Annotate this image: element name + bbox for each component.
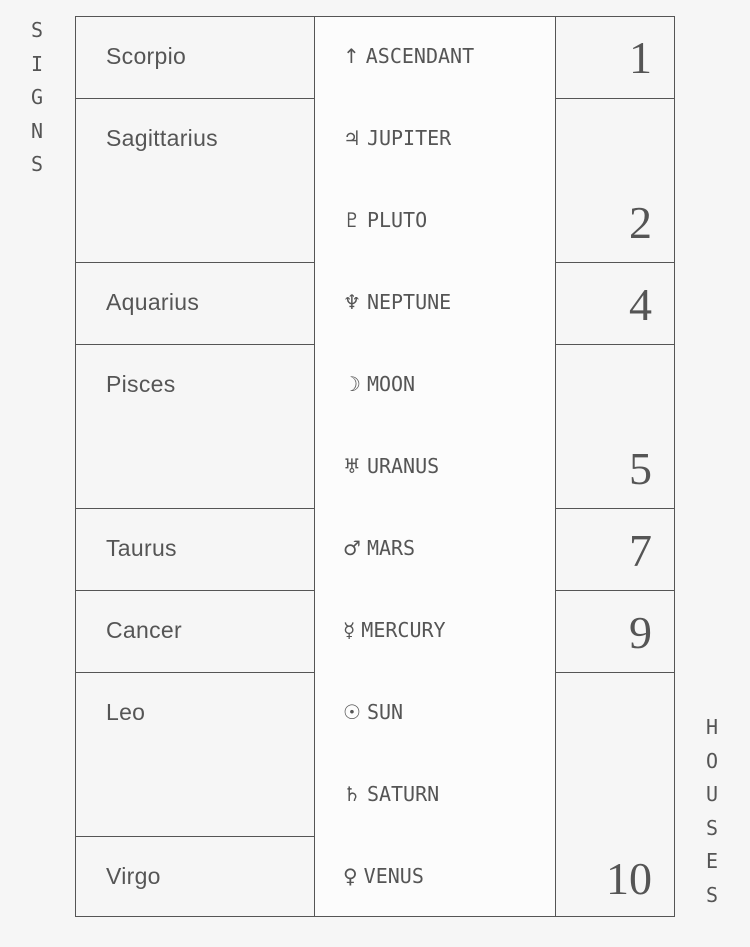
house-cell: 2 xyxy=(555,98,674,263)
uranus-icon: ♅ xyxy=(343,454,361,478)
planet-name: SUN xyxy=(366,700,404,724)
house-cell: 9 xyxy=(555,590,674,673)
venus-icon: ♀ xyxy=(343,864,358,888)
planet-name: JUPITER xyxy=(366,126,452,150)
planet-name: NEPTUNE xyxy=(366,290,452,314)
sign-cell: Sagittarius xyxy=(76,98,315,263)
sign-name: Sagittarius xyxy=(106,125,218,151)
house-number: 10 xyxy=(606,853,652,904)
planet-item: ♂ MARS xyxy=(343,507,415,589)
sign-name: Pisces xyxy=(106,371,176,397)
planet-item: ☿ MERCURY xyxy=(343,589,446,671)
planet-item: ↑ ASCENDANT xyxy=(343,15,474,97)
house-cell: 7 xyxy=(555,508,674,591)
planet-name: VENUS xyxy=(363,864,424,888)
planet-name: MOON xyxy=(366,372,416,396)
planet-name: URANUS xyxy=(366,454,440,478)
planet-name: ASCENDANT xyxy=(365,44,475,68)
jupiter-icon: ♃ xyxy=(343,126,361,150)
neptune-icon: ♆ xyxy=(343,290,361,314)
planet-name: MARS xyxy=(366,536,416,560)
moon-icon: ☽ xyxy=(343,372,361,396)
planet-item: ♀ VENUS xyxy=(343,835,424,917)
house-number: 1 xyxy=(629,32,652,83)
houses-label: HOUSES xyxy=(705,715,719,907)
house-number: 4 xyxy=(629,279,652,330)
house-number: 2 xyxy=(629,197,652,248)
planet-item: ♄ SATURN xyxy=(343,753,439,835)
houses-column: 1 2 4 5 7 9 10 xyxy=(555,16,675,917)
pluto-icon: ♇ xyxy=(343,208,361,232)
sign-cell: Virgo xyxy=(76,836,315,919)
planet-item: ♅ URANUS xyxy=(343,425,439,507)
sign-cell: Leo xyxy=(76,672,315,837)
planet-item: ♆ NEPTUNE xyxy=(343,261,451,343)
sun-icon: ☉ xyxy=(343,700,361,724)
sign-name: Leo xyxy=(106,699,146,725)
planet-name: PLUTO xyxy=(366,208,428,232)
arrow-up-icon: ↑ xyxy=(343,44,360,68)
sign-name: Virgo xyxy=(106,863,161,889)
planet-item: ☽ MOON xyxy=(343,343,415,425)
house-cell: 1 xyxy=(555,17,674,98)
mars-icon: ♂ xyxy=(343,536,361,560)
planet-name: SATURN xyxy=(366,782,440,806)
sign-name: Taurus xyxy=(106,535,177,561)
house-number: 9 xyxy=(629,607,652,658)
planet-item: ♇ PLUTO xyxy=(343,179,427,261)
house-cell: 10 xyxy=(555,672,674,919)
sign-cell: Pisces xyxy=(76,344,315,509)
sign-cell: Scorpio xyxy=(76,17,315,98)
planet-item: ♃ JUPITER xyxy=(343,97,451,179)
planets-column: ↑ ASCENDANT ♃ JUPITER ♇ PLUTO ♆ NEPTUNE ☽ MOON ♅ UR… xyxy=(314,16,556,917)
sign-name: Scorpio xyxy=(106,43,187,69)
sign-cell: Taurus xyxy=(76,508,315,591)
saturn-icon: ♄ xyxy=(343,782,361,806)
planet-item: ☉ SUN xyxy=(343,671,403,753)
sign-cell: Aquarius xyxy=(76,262,315,345)
signs-label: SIGNS xyxy=(30,18,44,176)
house-cell: 5 xyxy=(555,344,674,509)
house-number: 7 xyxy=(629,525,652,576)
sign-name: Cancer xyxy=(106,617,182,643)
sign-name: Aquarius xyxy=(106,289,200,315)
planet-name: MERCURY xyxy=(361,618,446,642)
signs-column: Scorpio Sagittarius Aquarius Pisces Taurus Ca… xyxy=(75,16,315,917)
house-number: 5 xyxy=(629,443,652,494)
mercury-icon: ☿ xyxy=(343,618,356,642)
house-cell: 4 xyxy=(555,262,674,345)
sign-cell: Cancer xyxy=(76,590,315,673)
